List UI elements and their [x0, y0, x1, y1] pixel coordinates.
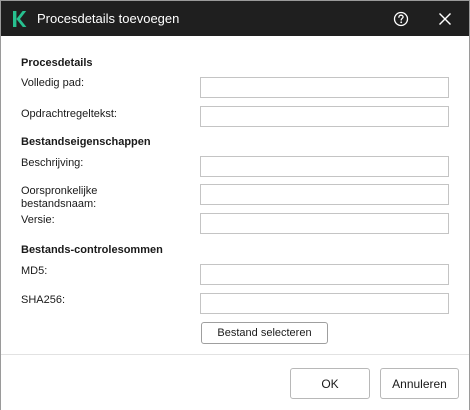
close-icon — [439, 13, 451, 25]
md5-input[interactable] — [200, 264, 449, 285]
full-path-input[interactable] — [200, 77, 449, 98]
ok-button[interactable]: OK — [290, 368, 370, 399]
command-line-input[interactable] — [200, 106, 449, 127]
version-input[interactable] — [200, 213, 449, 234]
close-button[interactable] — [433, 7, 457, 31]
description-label: Beschrijving: — [21, 157, 84, 169]
title-bar: Procesdetails toevoegen — [1, 1, 469, 36]
full-path-label: Volledig pad: — [21, 77, 84, 89]
help-icon — [393, 11, 409, 27]
sha256-input[interactable] — [200, 293, 449, 314]
cancel-button[interactable]: Annuleren — [380, 368, 459, 399]
dialog-footer: OK Annuleren — [1, 354, 469, 410]
select-file-button[interactable]: Bestand selecteren — [201, 322, 328, 344]
section-title-file-properties: Bestandseigenschappen — [21, 136, 151, 148]
description-input[interactable] — [200, 156, 449, 177]
version-label: Versie: — [21, 214, 55, 226]
original-filename-label: Oorspronkelijke bestandsnaam: — [21, 185, 98, 210]
help-button[interactable] — [389, 7, 413, 31]
sha256-label: SHA256: — [21, 294, 66, 306]
dialog-content: Procesdetails Volledig pad: Opdrachtrege… — [1, 37, 469, 354]
add-process-details-dialog: Procesdetails toevoegen Procesdetails Vo… — [0, 0, 470, 410]
section-title-checksums: Bestands-controlesommen — [21, 244, 163, 256]
original-filename-input[interactable] — [200, 184, 449, 205]
section-title-process-details: Procesdetails — [21, 57, 93, 69]
kaspersky-k-icon — [13, 11, 27, 27]
md5-label: MD5: — [21, 265, 48, 277]
dialog-title: Procesdetails toevoegen — [37, 11, 180, 26]
command-line-label: Opdrachtregeltekst: — [21, 108, 117, 120]
